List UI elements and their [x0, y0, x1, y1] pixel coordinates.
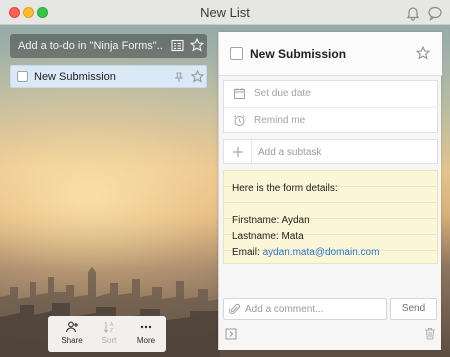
due-date-row[interactable]: Set due date: [224, 81, 437, 107]
list-toolbar: Share A Z Sort More: [48, 316, 166, 352]
due-date-label: Set due date: [254, 88, 311, 99]
app-window: New List New Submission: [0, 0, 450, 357]
note-email-label: Email:: [232, 247, 263, 258]
plus-icon[interactable]: [231, 145, 245, 159]
star-icon[interactable]: [189, 37, 205, 52]
note-firstname: Firstname: Aydan: [232, 215, 310, 226]
hide-detail-icon[interactable]: [225, 328, 237, 340]
pin-icon[interactable]: [173, 71, 185, 83]
paperclip-icon[interactable]: [228, 303, 241, 315]
add-todo-input[interactable]: [18, 39, 163, 53]
share-button[interactable]: Share: [54, 320, 90, 345]
more-button[interactable]: More: [128, 320, 164, 345]
comment-input[interactable]: [245, 303, 383, 316]
more-dots-icon: [140, 325, 152, 329]
reminder-row[interactable]: Remind me: [224, 107, 437, 133]
send-button[interactable]: Send: [390, 298, 437, 320]
list-item[interactable]: New Submission: [10, 65, 207, 88]
sort-button[interactable]: A Z Sort: [91, 320, 127, 345]
star-icon[interactable]: [190, 69, 205, 83]
subtask-box: [223, 139, 438, 164]
divider: [251, 140, 252, 163]
comment-box: [223, 298, 387, 320]
more-label: More: [136, 336, 156, 345]
dates-box: Set due date Remind me: [223, 80, 438, 133]
note-email-line: Email: aydan.mata@domain.com: [232, 245, 429, 261]
detail-title[interactable]: New Submission: [250, 47, 346, 61]
note-lastname: Lastname: Mata: [232, 231, 304, 242]
add-todo-bar: [10, 34, 207, 58]
titlebar: New List: [0, 0, 450, 25]
reminder-label: Remind me: [254, 115, 306, 126]
task-checkbox[interactable]: [17, 71, 28, 82]
subtask-input[interactable]: [258, 145, 428, 159]
svg-text:Z: Z: [110, 328, 113, 334]
share-people-icon: [65, 321, 78, 333]
details-icon[interactable]: [171, 39, 184, 52]
bell-icon[interactable]: [405, 5, 421, 21]
note-area[interactable]: Here is the form details: Firstname: Ayd…: [223, 170, 438, 264]
share-label: Share: [61, 336, 83, 345]
detail-header: New Submission: [219, 32, 442, 76]
alarm-clock-icon: [233, 114, 246, 127]
calendar-icon: [233, 87, 246, 100]
detail-checkbox[interactable]: [230, 47, 243, 60]
star-icon[interactable]: [415, 45, 431, 60]
trash-icon[interactable]: [424, 327, 436, 340]
chat-bubble-icon[interactable]: [427, 5, 443, 21]
task-detail-panel: New Submission Set due date Remind me Ad…: [218, 32, 442, 350]
sort-icon: A Z: [103, 322, 114, 334]
email-link[interactable]: aydan.mata@domain.com: [263, 247, 380, 258]
sort-label: Sort: [101, 336, 117, 345]
note-heading: Here is the form details:: [232, 183, 338, 194]
task-label: New Submission: [34, 71, 116, 83]
window-title: New List: [200, 5, 250, 20]
